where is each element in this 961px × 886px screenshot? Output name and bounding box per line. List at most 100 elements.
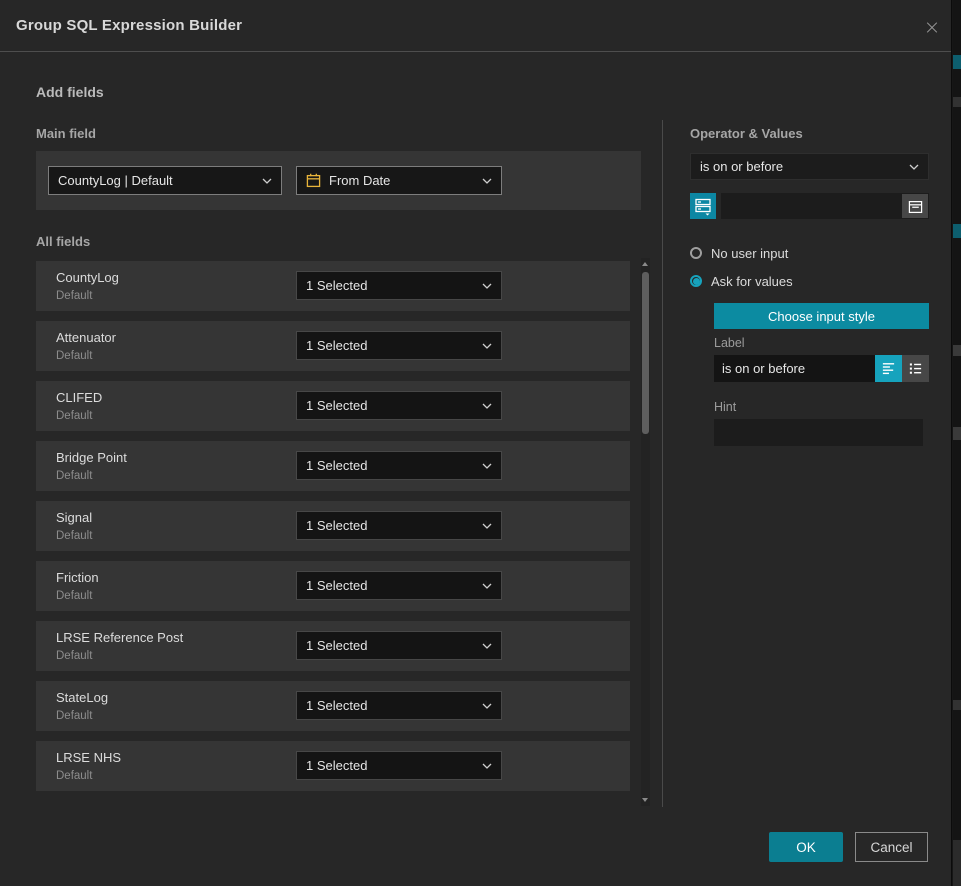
field-values-select-value: 1 Selected bbox=[306, 458, 474, 473]
date-value-field bbox=[721, 193, 929, 219]
bullet-list-icon bbox=[908, 361, 923, 376]
layer-select-value: CountyLog | Default bbox=[58, 173, 254, 188]
single-line-input-style-button[interactable] bbox=[875, 355, 902, 382]
field-values-select[interactable]: 1 Selected bbox=[296, 511, 502, 540]
field-subtype: Default bbox=[56, 350, 92, 362]
chevron-down-icon bbox=[482, 178, 492, 184]
value-input-row bbox=[690, 193, 929, 219]
chevron-down-icon bbox=[482, 343, 492, 349]
field-values-select[interactable]: 1 Selected bbox=[296, 571, 502, 600]
field-subtype: Default bbox=[56, 290, 92, 302]
field-values-select-value: 1 Selected bbox=[306, 638, 474, 653]
layer-select[interactable]: CountyLog | Default bbox=[48, 166, 282, 195]
field-row: Attenuator Default 1 Selected bbox=[36, 321, 630, 371]
field-values-select-value: 1 Selected bbox=[306, 398, 474, 413]
date-picker-button[interactable] bbox=[902, 194, 928, 218]
page-fragment bbox=[953, 97, 961, 107]
main-field-heading: Main field bbox=[36, 126, 96, 141]
chevron-down-icon bbox=[482, 283, 492, 289]
scrollbar-thumb[interactable] bbox=[642, 272, 649, 434]
field-values-select[interactable]: 1 Selected bbox=[296, 631, 502, 660]
page-fragment bbox=[953, 427, 961, 440]
close-button[interactable] bbox=[919, 14, 945, 40]
calendar-icon bbox=[306, 173, 321, 188]
main-field-select-value: From Date bbox=[329, 173, 474, 188]
scroll-up-icon[interactable] bbox=[642, 262, 648, 266]
field-values-select[interactable]: 1 Selected bbox=[296, 271, 502, 300]
group-sql-expression-builder-dialog: Group SQL Expression Builder Add fields … bbox=[0, 0, 952, 886]
chevron-down-icon bbox=[262, 178, 272, 184]
page-fragment bbox=[953, 840, 961, 886]
field-row: CountyLog Default 1 Selected bbox=[36, 261, 630, 311]
cancel-button[interactable]: Cancel bbox=[855, 832, 928, 862]
field-name: CountyLog bbox=[56, 270, 119, 285]
field-values-select[interactable]: 1 Selected bbox=[296, 691, 502, 720]
field-values-select[interactable]: 1 Selected bbox=[296, 331, 502, 360]
field-subtype: Default bbox=[56, 410, 92, 422]
calendar-icon bbox=[908, 199, 923, 214]
page-fragment bbox=[953, 700, 961, 710]
field-values-select-value: 1 Selected bbox=[306, 338, 474, 353]
hint-input[interactable] bbox=[714, 419, 923, 446]
field-values-select[interactable]: 1 Selected bbox=[296, 751, 502, 780]
chevron-down-icon bbox=[482, 403, 492, 409]
field-name: CLIFED bbox=[56, 390, 102, 405]
field-row: LRSE NHS Default 1 Selected bbox=[36, 741, 630, 791]
all-fields-heading: All fields bbox=[36, 234, 90, 249]
chevron-down-icon bbox=[482, 763, 492, 769]
operator-select-value: is on or before bbox=[700, 159, 901, 174]
add-fields-heading: Add fields bbox=[36, 84, 104, 100]
field-row: LRSE Reference Post Default 1 Selected bbox=[36, 621, 630, 671]
date-value-input[interactable] bbox=[721, 193, 929, 219]
chevron-down-icon bbox=[482, 463, 492, 469]
field-values-select-value: 1 Selected bbox=[306, 698, 474, 713]
scroll-down-icon[interactable] bbox=[642, 798, 648, 802]
field-row: CLIFED Default 1 Selected bbox=[36, 381, 630, 431]
operator-values-heading: Operator & Values bbox=[690, 126, 803, 141]
radio-no-user-input[interactable]: No user input bbox=[690, 245, 788, 261]
list-scrollbar[interactable] bbox=[641, 258, 650, 806]
dialog-title: Group SQL Expression Builder bbox=[16, 0, 242, 52]
field-values-select-value: 1 Selected bbox=[306, 518, 474, 533]
radio-ask-for-values[interactable]: Ask for values bbox=[690, 273, 793, 289]
all-fields-list: CountyLog Default 1 Selected Attenuator … bbox=[36, 261, 630, 801]
field-name: Bridge Point bbox=[56, 450, 127, 465]
chevron-down-icon bbox=[909, 164, 919, 170]
field-values-select[interactable]: 1 Selected bbox=[296, 391, 502, 420]
align-left-icon bbox=[881, 361, 896, 376]
field-values-select-value: 1 Selected bbox=[306, 758, 474, 773]
field-values-select-value: 1 Selected bbox=[306, 278, 474, 293]
page-fragment bbox=[953, 55, 961, 69]
field-subtype: Default bbox=[56, 530, 92, 542]
radio-icon bbox=[690, 247, 702, 259]
label-input[interactable] bbox=[714, 355, 875, 382]
list-input-style-button[interactable] bbox=[902, 355, 929, 382]
label-caption: Label bbox=[714, 336, 745, 350]
field-values-select[interactable]: 1 Selected bbox=[296, 451, 502, 480]
hint-caption: Hint bbox=[714, 400, 736, 414]
choose-input-style-button[interactable]: Choose input style bbox=[714, 303, 929, 329]
page-fragment bbox=[953, 224, 961, 238]
ok-button[interactable]: OK bbox=[769, 832, 843, 862]
field-subtype: Default bbox=[56, 470, 92, 482]
field-row: Signal Default 1 Selected bbox=[36, 501, 630, 551]
field-subtype: Default bbox=[56, 770, 92, 782]
radio-ask-for-values-label: Ask for values bbox=[711, 274, 793, 289]
field-name: Friction bbox=[56, 570, 99, 585]
radio-selected-icon bbox=[690, 275, 702, 287]
field-row: Friction Default 1 Selected bbox=[36, 561, 630, 611]
chevron-down-icon bbox=[482, 643, 492, 649]
field-subtype: Default bbox=[56, 710, 92, 722]
field-row: Bridge Point Default 1 Selected bbox=[36, 441, 630, 491]
field-name: StateLog bbox=[56, 690, 108, 705]
main-field-select[interactable]: From Date bbox=[296, 166, 502, 195]
column-divider bbox=[662, 120, 663, 807]
close-icon bbox=[925, 19, 939, 36]
field-row: StateLog Default 1 Selected bbox=[36, 681, 630, 731]
background-page-edge bbox=[953, 0, 961, 886]
field-subtype: Default bbox=[56, 650, 92, 662]
unique-values-icon bbox=[694, 197, 712, 216]
input-type-button[interactable] bbox=[690, 193, 716, 219]
operator-select[interactable]: is on or before bbox=[690, 153, 929, 180]
field-subtype: Default bbox=[56, 590, 92, 602]
